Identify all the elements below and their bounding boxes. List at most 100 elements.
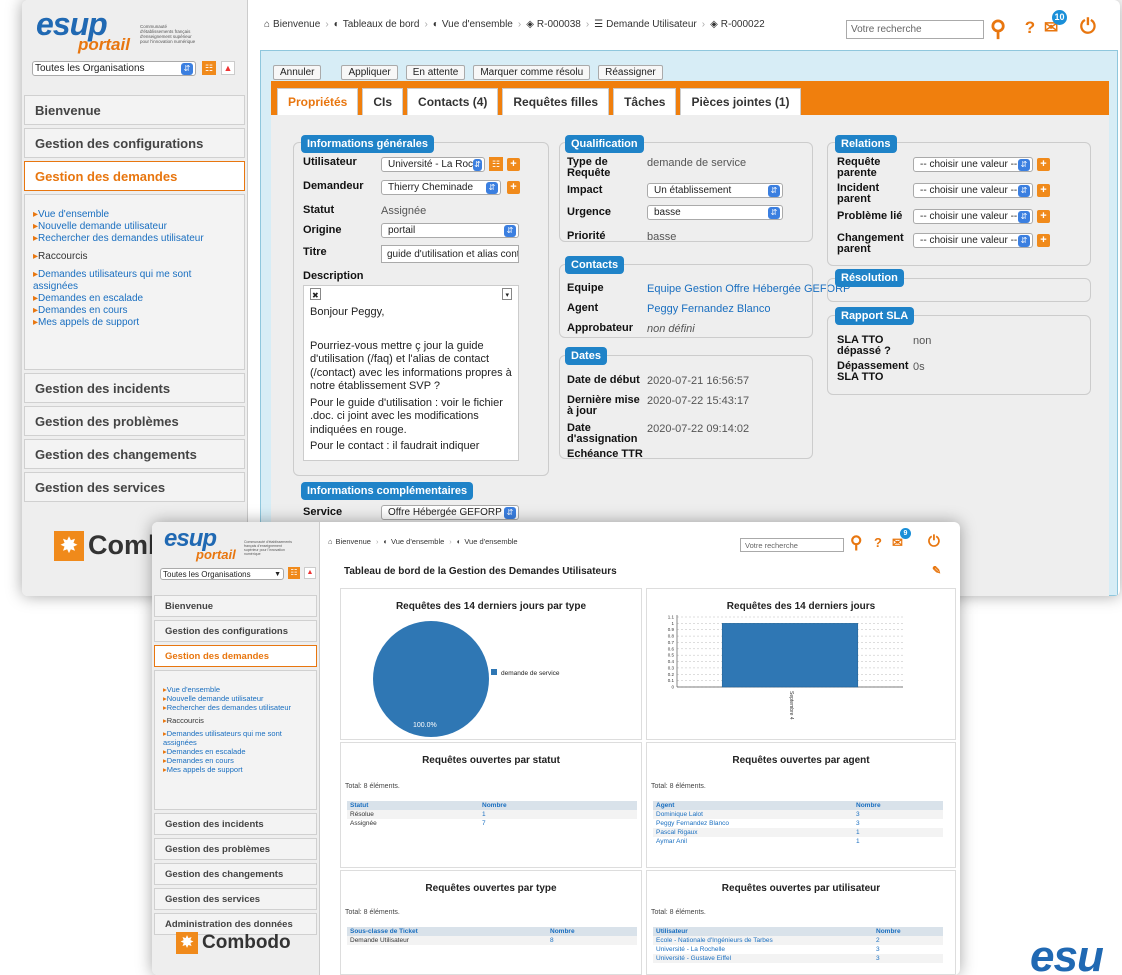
cell-nombre-link[interactable]: 1 [853,837,943,846]
crumb-demande-utilisateur[interactable]: ☰ Demande Utilisateur [594,19,697,30]
menu-bienvenue[interactable]: Bienvenue [24,95,245,125]
pin-icon-2[interactable]: ▲ [304,567,316,579]
submenu-vue-ensemble[interactable]: Vue d'ensemble [33,209,236,221]
incident-parent-select[interactable]: -- choisir une valeur -- ⇵ [913,183,1033,198]
cell-nombre-link[interactable]: 2 [873,936,943,945]
cell-agent-link[interactable]: Aymar Anil [653,837,853,846]
search-input-2[interactable]: Votre recherche [740,538,844,552]
menu-gestion-demandes[interactable]: Gestion des demandes [24,161,245,191]
submenu-en-cours[interactable]: Demandes en cours [33,305,236,317]
crumb-r-000038[interactable]: ◈ R-000038 [526,19,581,30]
menu-gestion-services[interactable]: Gestion des services [24,472,245,502]
crumb2-vue-ensemble[interactable]: ◐ Vue d'ensemble [383,537,444,546]
service-select[interactable]: Offre Hébergée GEFORP ⇵ [381,505,519,520]
menu2-gestion-demandes[interactable]: Gestion des demandes [154,645,317,667]
add-changement-parent-button[interactable]: + [1037,234,1050,247]
tab-pieces-jointes[interactable]: Pièces jointes (1) [680,88,801,115]
menu2-gestion-configurations[interactable]: Gestion des configurations [154,620,317,642]
tab-taches[interactable]: Tâches [613,88,677,115]
menu2-gestion-incidents[interactable]: Gestion des incidents [154,813,317,835]
toolbar-maximize-icon[interactable]: ✖ [310,288,321,300]
menu-gestion-problemes[interactable]: Gestion des problèmes [24,406,245,436]
description-editor[interactable]: ✖ ▾ Bonjour Peggy, Pourriez-vous mettre … [303,285,519,461]
impact-select[interactable]: Un établissement ⇵ [647,183,783,198]
submenu-rechercher-demandes[interactable]: Rechercher des demandes utilisateur [33,233,236,245]
agent-link[interactable]: Peggy Fernandez Blanco [647,303,771,315]
tab-requetes-filles[interactable]: Requêtes filles [502,88,610,115]
edit-pencil-icon[interactable]: ✎ [932,564,941,577]
add-requete-parente-button[interactable]: + [1037,158,1050,171]
menu2-gestion-changements[interactable]: Gestion des changements [154,863,317,885]
submenu-escalade[interactable]: Demandes en escalade [33,293,236,305]
crumb-bienvenue[interactable]: ⌂ Bienvenue [264,19,320,30]
cell-nombre-link[interactable]: 1 [853,828,943,837]
organization-tree-icon-2[interactable]: ☷ [288,567,300,579]
crumb2-vue-ensemble-2[interactable]: ◐ Vue d'ensemble [457,537,518,546]
help-icon-2[interactable]: ? [874,535,882,550]
search-icon-2[interactable]: ⚲ [850,533,862,553]
help-icon[interactable]: ? [1020,18,1040,38]
cell-agent-link[interactable]: Dominique Lalot [653,810,853,819]
reassign-button[interactable]: Réassigner [598,65,663,80]
cell-nombre-link[interactable]: 3 [853,810,943,819]
submenu-mes-demandes[interactable]: Demandes utilisateurs qui me sont assign… [33,269,236,293]
submenu2-escalade[interactable]: Demandes en escalade [163,747,308,756]
apply-button[interactable]: Appliquer [341,65,398,80]
search-input[interactable]: Votre recherche [846,20,984,39]
menu-gestion-changements[interactable]: Gestion des changements [24,439,245,469]
requete-parente-select[interactable]: -- choisir une valeur -- ⇵ [913,157,1033,172]
pin-icon[interactable]: ▲ [221,61,235,75]
menu-gestion-configurations[interactable]: Gestion des configurations [24,128,245,158]
crumb-tableaux-de-bord[interactable]: ◐ Tableaux de bord [334,19,420,30]
submenu-appels-support[interactable]: Mes appels de support [33,317,236,329]
submenu2-mes-demandes[interactable]: Demandes utilisateurs qui me sont assign… [163,729,308,747]
utilisateur-select[interactable]: Université - La Roc ⇵ [381,157,485,172]
cell-nombre-link[interactable]: 3 [873,945,943,954]
changement-parent-select[interactable]: -- choisir une valeur -- ⇵ [913,233,1033,248]
titre-input[interactable]: guide d'utilisation et alias conta [381,245,519,263]
resolve-button[interactable]: Marquer comme résolu [473,65,591,80]
crumb-vue-ensemble[interactable]: ◐ Vue d'ensemble [433,19,513,30]
search-icon[interactable]: ⚲ [990,16,1006,42]
tab-cis[interactable]: CIs [362,88,404,115]
submenu-nouvelle-demande[interactable]: Nouvelle demande utilisateur [33,221,236,233]
cell-nombre-link[interactable]: 3 [853,819,943,828]
cell-nombre-link[interactable]: 7 [479,819,637,828]
cell-utilisateur-link[interactable]: Université - Gustave Eiffel [653,954,873,963]
power-icon[interactable]: ⏻ [1080,16,1096,39]
organization-select[interactable]: Toutes les Organisations ⇵ [32,61,196,76]
crumb2-bienvenue[interactable]: ⌂ Bienvenue [328,537,371,546]
origine-select[interactable]: portail ⇵ [381,223,519,238]
cell-agent-link[interactable]: Pascal Rigaux [653,828,853,837]
crumb-r-000022[interactable]: ◈ R-000022 [710,19,765,30]
probleme-lie-select[interactable]: -- choisir une valeur -- ⇵ [913,209,1033,224]
submenu2-en-cours[interactable]: Demandes en cours [163,756,308,765]
cell-utilisateur-link[interactable]: Université - La Rochelle [653,945,873,954]
add-probleme-lie-button[interactable]: + [1037,210,1050,223]
cancel-button[interactable]: Annuler [273,65,322,80]
organization-tree-icon[interactable]: ☷ [202,61,216,75]
toolbar-dropdown-icon[interactable]: ▾ [502,288,512,300]
menu-gestion-incidents[interactable]: Gestion des incidents [24,373,245,403]
cell-utilisateur-link[interactable]: Ecole - Nationale d'Ingénieurs de Tarbes [653,936,873,945]
add-utilisateur-button[interactable]: + [507,158,520,171]
pending-button[interactable]: En attente [405,65,466,80]
tab-contacts[interactable]: Contacts (4) [407,88,499,115]
cell-nombre-link[interactable]: 8 [547,936,637,945]
cell-nombre-link[interactable]: 1 [479,810,637,819]
submenu2-rechercher-demandes[interactable]: Rechercher des demandes utilisateur [163,703,308,712]
menu2-gestion-services[interactable]: Gestion des services [154,888,317,910]
organization-select-2[interactable]: Toutes les Organisations ▼ [160,568,284,580]
menu2-bienvenue[interactable]: Bienvenue [154,595,317,617]
cell-nombre-link[interactable]: 3 [873,954,943,963]
cell-agent-link[interactable]: Peggy Fernandez Blanco [653,819,853,828]
menu2-gestion-problemes[interactable]: Gestion des problèmes [154,838,317,860]
demandeur-select[interactable]: Thierry Cheminade ⇵ [381,180,501,195]
equipe-link[interactable]: Equipe Gestion Offre Hébergée GEFORP [647,283,850,295]
tab-proprietes[interactable]: Propriétés [277,88,359,115]
submenu2-vue-ensemble[interactable]: Vue d'ensemble [163,685,308,694]
organization-tree-icon[interactable]: ☷ [489,157,503,171]
submenu2-nouvelle-demande[interactable]: Nouvelle demande utilisateur [163,694,308,703]
urgence-select[interactable]: basse ⇵ [647,205,783,220]
submenu2-appels-support[interactable]: Mes appels de support [163,765,308,774]
